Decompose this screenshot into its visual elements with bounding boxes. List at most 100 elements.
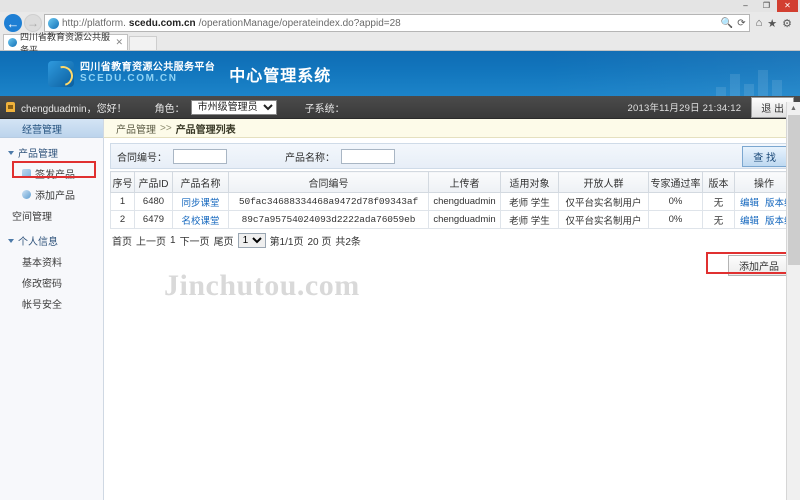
table-header-row: 序号 产品ID 产品名称 合同编号 上传者 适用对象 开放人群 专家通过率 版本… xyxy=(110,171,794,193)
page-icon xyxy=(48,17,59,29)
page-body: 经营管理 产品管理 签发产品 添加产品 空间管理 个人信息 基本资料 修改密码 … xyxy=(0,119,800,500)
contract-no-label: 合同编号： xyxy=(117,152,167,164)
tab-close-icon[interactable]: ✕ xyxy=(115,37,123,48)
table-row: 1 6480 同步课堂 50fac34688334468a9472d78f093… xyxy=(110,192,794,211)
tools-gear-icon[interactable]: ⚙ xyxy=(782,17,792,30)
breadcrumb: 产品管理 >> 产品管理列表 xyxy=(104,119,800,138)
cell-product-id: 6480 xyxy=(134,192,173,211)
logo-domain-text: SCEDU.COM.CN xyxy=(80,72,178,84)
new-tab-button[interactable] xyxy=(129,36,157,50)
breadcrumb-current: 产品管理列表 xyxy=(175,124,236,136)
sidebar-item-issue-product[interactable]: 签发产品 xyxy=(0,163,103,184)
edit-link[interactable]: 编辑 xyxy=(740,216,759,227)
page-select[interactable]: 1 xyxy=(237,233,266,248)
tab-favicon xyxy=(8,38,17,47)
col-product-id: 产品ID xyxy=(134,171,173,193)
col-version: 版本 xyxy=(702,171,735,193)
pager-page-size: 20 页 xyxy=(307,237,332,248)
cell-contract-no: 89c7a95754024093d2222ada76059eb xyxy=(228,210,429,229)
browser-toolbar-icons: ⌂ ★ ⚙ xyxy=(752,17,796,30)
main-content: 产品管理 >> 产品管理列表 合同编号： 产品名称： 查 找 序号 产品ID 产… xyxy=(104,119,800,500)
edit-link[interactable]: 编辑 xyxy=(740,198,759,209)
page-scrollbar[interactable]: ▲ ▼ xyxy=(786,102,800,500)
home-icon[interactable]: ⌂ xyxy=(756,17,763,29)
sidebar-item-basic-info[interactable]: 基本资料 xyxy=(0,251,103,272)
window-minimize-button[interactable]: – xyxy=(735,0,756,12)
sidebar-item-change-password[interactable]: 修改密码 xyxy=(0,272,103,293)
col-operations: 操作 xyxy=(734,171,794,193)
col-open-group: 开放人群 xyxy=(558,171,649,193)
window-maximize-button[interactable]: ❐ xyxy=(756,0,777,12)
cell-product-name: 同步课堂 xyxy=(172,192,229,211)
sidebar-group-header-personal[interactable]: 个人信息 xyxy=(0,230,103,251)
cell-audience: 老师 学生 xyxy=(500,210,559,229)
site-header: 四川省教育资源公共服务平台 SCEDU.COM.CN 中心管理系统 xyxy=(0,51,800,96)
scroll-up-arrow[interactable]: ▲ xyxy=(787,102,800,115)
pagination: 首页 上一页 1 下一页 尾页 1 第1/1页 20 页 共2条 xyxy=(110,229,794,248)
browser-tab[interactable]: 四川省教育资源公共服务平… ✕ xyxy=(3,32,128,55)
role-label: 角色： xyxy=(154,103,185,115)
sidebar-group-label: 产品管理 xyxy=(18,149,58,160)
col-contract-no: 合同编号 xyxy=(228,171,429,193)
sidebar-title: 经营管理 xyxy=(0,119,103,138)
sidebar-item-add-product[interactable]: 添加产品 xyxy=(0,184,103,205)
favorites-icon[interactable]: ★ xyxy=(767,17,777,30)
url-host: scedu.com.cn xyxy=(128,17,196,29)
circle-icon xyxy=(22,190,31,199)
document-icon xyxy=(22,169,31,178)
browser-titlebar: – ❐ ✕ xyxy=(0,0,800,12)
user-greeting: chengduadmin，您好！ xyxy=(21,103,127,115)
chevron-down-icon xyxy=(8,150,14,155)
pager-prev[interactable]: 上一页 xyxy=(136,233,166,248)
product-name-link[interactable]: 同步课堂 xyxy=(181,198,219,209)
cell-pass-rate: 0% xyxy=(648,192,703,211)
add-product-button[interactable]: 添加产品 xyxy=(728,255,790,276)
pager-page-1[interactable]: 1 xyxy=(170,235,176,246)
sidebar-item-account-security[interactable]: 帐号安全 xyxy=(0,293,103,314)
cell-index: 1 xyxy=(110,192,135,211)
header-decor-bars xyxy=(540,51,800,96)
logo-chinese-name: 四川省教育资源公共服务平台 xyxy=(80,62,216,73)
search-filter-bar: 合同编号： 产品名称： 查 找 xyxy=(110,143,794,169)
pager-next[interactable]: 下一页 xyxy=(180,233,210,248)
col-uploader: 上传者 xyxy=(428,171,501,193)
sidebar-group-header-product[interactable]: 产品管理 xyxy=(0,142,103,163)
contract-no-input[interactable] xyxy=(173,148,227,164)
window-close-button[interactable]: ✕ xyxy=(777,0,798,12)
sidebar-item-space-management[interactable]: 空间管理 xyxy=(0,205,103,226)
sidebar-group-label: 个人信息 xyxy=(18,237,58,248)
col-product-name: 产品名称 xyxy=(172,171,229,193)
browser-tabstrip: 四川省教育资源公共服务平… ✕ xyxy=(0,32,800,55)
sidebar-item-label: 签发产品 xyxy=(35,170,75,181)
pager-first[interactable]: 首页 xyxy=(112,233,132,248)
pager-last[interactable]: 尾页 xyxy=(214,233,234,248)
user-bar: chengduadmin，您好！ 角色： 市州级管理员 子系统： 2013年11… xyxy=(0,96,800,119)
cell-open-group: 仅平台实名制用户 xyxy=(558,192,649,211)
search-button[interactable]: 查 找 xyxy=(742,145,787,167)
chevron-down-icon xyxy=(8,238,14,243)
cell-index: 2 xyxy=(110,210,135,229)
add-product-row: 添加产品 xyxy=(110,252,794,276)
sidebar-group-product-management: 产品管理 签发产品 添加产品 xyxy=(0,142,103,205)
scrollbar-thumb[interactable] xyxy=(788,115,800,265)
cell-version: 无 xyxy=(702,210,735,229)
address-bar[interactable]: http://platform. scedu.com.cn/operationMa… xyxy=(44,14,750,32)
sidebar: 经营管理 产品管理 签发产品 添加产品 空间管理 个人信息 基本资料 修改密码 … xyxy=(0,119,104,500)
col-audience: 适用对象 xyxy=(500,171,559,193)
col-pass-rate: 专家通过率 xyxy=(648,171,703,193)
cell-version: 无 xyxy=(702,192,735,211)
system-title: 中心管理系统 xyxy=(229,67,332,85)
product-name-link[interactable]: 名校课堂 xyxy=(181,216,219,227)
product-name-label: 产品名称： xyxy=(285,152,335,164)
role-select[interactable]: 市州级管理员 xyxy=(190,99,277,115)
sidebar-group-personal-info: 个人信息 基本资料 修改密码 帐号安全 xyxy=(0,230,103,314)
cell-operations: 编辑版本维护 xyxy=(734,210,794,229)
breadcrumb-separator: >> xyxy=(160,122,172,134)
refresh-icon[interactable]: ⟳ xyxy=(737,18,745,29)
search-icon[interactable]: 🔍 xyxy=(721,18,733,29)
browser-navbar: ← → http://platform. scedu.com.cn/operati… xyxy=(0,12,800,34)
breadcrumb-parent[interactable]: 产品管理 xyxy=(116,121,156,136)
product-name-input[interactable] xyxy=(341,148,395,164)
pager-page-info: 第1/1页 xyxy=(269,237,304,248)
site-logo[interactable]: 四川省教育资源公共服务平台 SCEDU.COM.CN 中心管理系统 xyxy=(48,60,332,87)
